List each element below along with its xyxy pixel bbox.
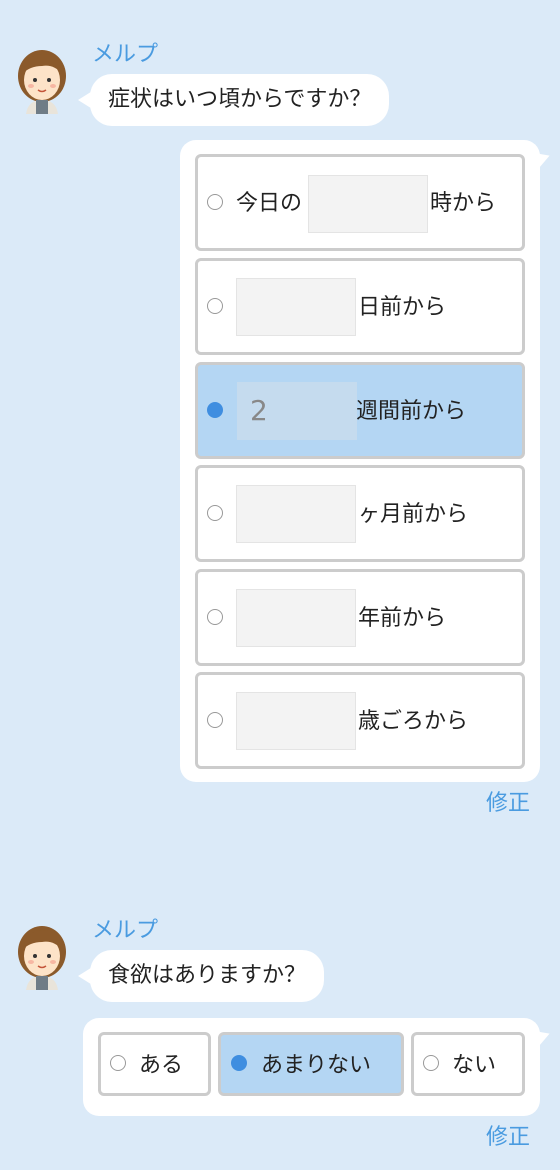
radio-unchecked-icon[interactable] (207, 609, 223, 625)
radio-unchecked-icon[interactable] (110, 1055, 126, 1071)
sender-name: メルプ (92, 42, 159, 67)
hour-input[interactable] (308, 175, 428, 233)
radio-checked-icon[interactable] (207, 402, 223, 418)
years-input[interactable] (236, 589, 356, 647)
sender-name: メルプ (92, 918, 159, 943)
option-label: ある (139, 1053, 184, 1078)
age-input[interactable] (236, 692, 356, 750)
days-input[interactable] (236, 278, 356, 336)
assistant-avatar-icon (18, 926, 66, 990)
appetite-option-yes[interactable]: ある (98, 1032, 211, 1096)
onset-option-years-ago[interactable]: 年前から (195, 569, 525, 666)
appetite-option-no[interactable]: ない (411, 1032, 525, 1096)
edit-link[interactable]: 修正 (486, 793, 530, 815)
option-suffix: 時から (430, 191, 497, 216)
radio-unchecked-icon[interactable] (423, 1055, 439, 1071)
option-suffix: 週間前から (356, 399, 467, 424)
radio-checked-icon[interactable] (231, 1055, 247, 1071)
months-input[interactable] (236, 485, 356, 543)
question-bubble: 食欲はありますか？ (77, 950, 325, 1002)
radio-unchecked-icon[interactable] (207, 194, 223, 210)
appetite-option-not-much[interactable]: あまりない (218, 1032, 404, 1096)
option-label: あまりない (261, 1053, 372, 1078)
assistant-avatar-icon (18, 50, 66, 114)
option-suffix: 年前から (358, 606, 447, 631)
option-suffix: 日前から (358, 295, 447, 320)
onset-option-weeks-ago[interactable]: 2 週間前から (195, 362, 525, 459)
radio-unchecked-icon[interactable] (207, 298, 223, 314)
radio-unchecked-icon[interactable] (207, 712, 223, 728)
onset-option-today-hour[interactable]: 今日の 時から (195, 154, 525, 251)
edit-link[interactable]: 修正 (486, 1127, 530, 1149)
onset-option-age[interactable]: 歳ごろから (195, 672, 525, 769)
weeks-input[interactable]: 2 (237, 382, 357, 440)
option-label: ない (452, 1053, 497, 1078)
onset-option-days-ago[interactable]: 日前から (195, 258, 525, 355)
option-suffix: ヶ月前から (358, 502, 469, 527)
option-prefix: 今日の (236, 191, 303, 216)
question-bubble: 症状はいつ頃からですか？ (77, 74, 390, 126)
option-suffix: 歳ごろから (358, 709, 469, 734)
onset-option-months-ago[interactable]: ヶ月前から (195, 465, 525, 562)
radio-unchecked-icon[interactable] (207, 505, 223, 521)
